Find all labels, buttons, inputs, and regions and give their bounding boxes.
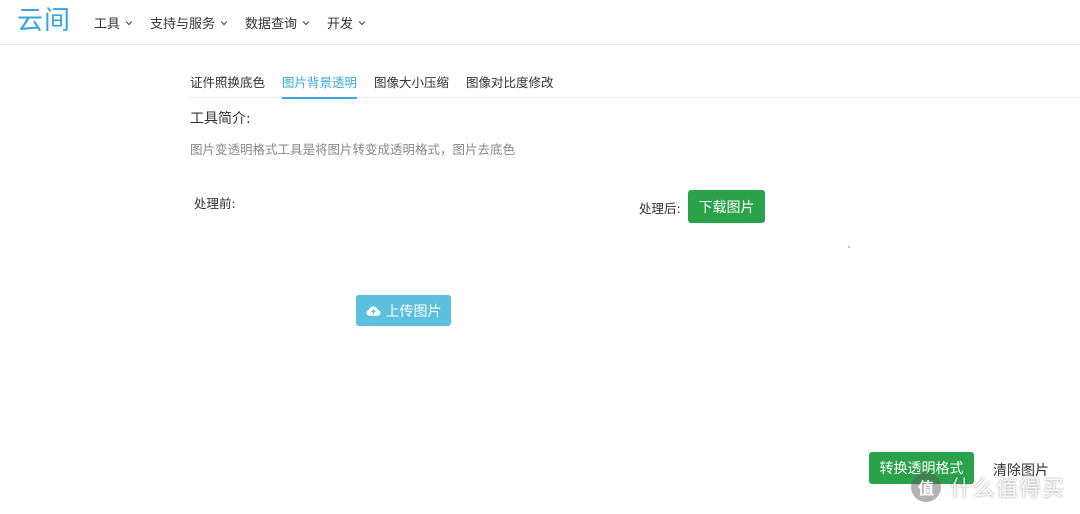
watermark: 值 什么值得买 — [911, 471, 1065, 503]
nav-item-label: 支持与服务 — [150, 17, 216, 32]
intro-description: 图片变透明格式工具是将图片转变成透明格式，图片去底色 — [190, 142, 516, 157]
download-button[interactable]: 下载图片 — [688, 190, 765, 223]
nav-item-support[interactable]: 支持与服务 — [150, 13, 228, 32]
nav-item-label: 数据查询 — [245, 17, 298, 32]
top-navbar: 云间 工具 支持与服务 数据查询 开发 — [0, 0, 1080, 45]
nav-item-tools[interactable]: 工具 — [94, 13, 133, 32]
cloud-upload-icon — [365, 305, 381, 316]
chevron-down-icon — [125, 20, 133, 25]
chevron-down-icon — [302, 20, 310, 25]
watermark-logo-icon: 值 — [911, 472, 941, 502]
nav-item-data-query[interactable]: 数据查询 — [245, 13, 310, 32]
nav-item-develop[interactable]: 开发 — [327, 13, 366, 32]
nav-item-label: 开发 — [327, 17, 354, 32]
tab-id-photo-background[interactable]: 证件照换底色 — [190, 60, 265, 98]
result-image-placeholder — [848, 246, 850, 248]
chevron-down-icon — [220, 20, 228, 25]
main-nav: 工具 支持与服务 数据查询 开发 — [94, 0, 383, 45]
tab-transparent-background[interactable]: 图片背景透明 — [282, 60, 358, 99]
intro-title: 工具简介: — [190, 111, 251, 127]
after-label: 处理后: — [639, 201, 681, 216]
watermark-text: 什么值得买 — [950, 477, 1066, 502]
site-logo[interactable]: 云间 — [17, 4, 71, 38]
tool-tabs: 证件照换底色 图片背景透明 图像大小压缩 图像对比度修改 — [190, 60, 1080, 99]
nav-item-label: 工具 — [94, 17, 121, 32]
upload-button[interactable]: 上传图片 — [356, 295, 451, 326]
before-label: 处理前: — [194, 196, 236, 211]
tab-image-compress[interactable]: 图像大小压缩 — [374, 60, 449, 98]
upload-button-label: 上传图片 — [385, 303, 442, 320]
tab-image-contrast[interactable]: 图像对比度修改 — [466, 60, 554, 98]
chevron-down-icon — [358, 20, 366, 25]
